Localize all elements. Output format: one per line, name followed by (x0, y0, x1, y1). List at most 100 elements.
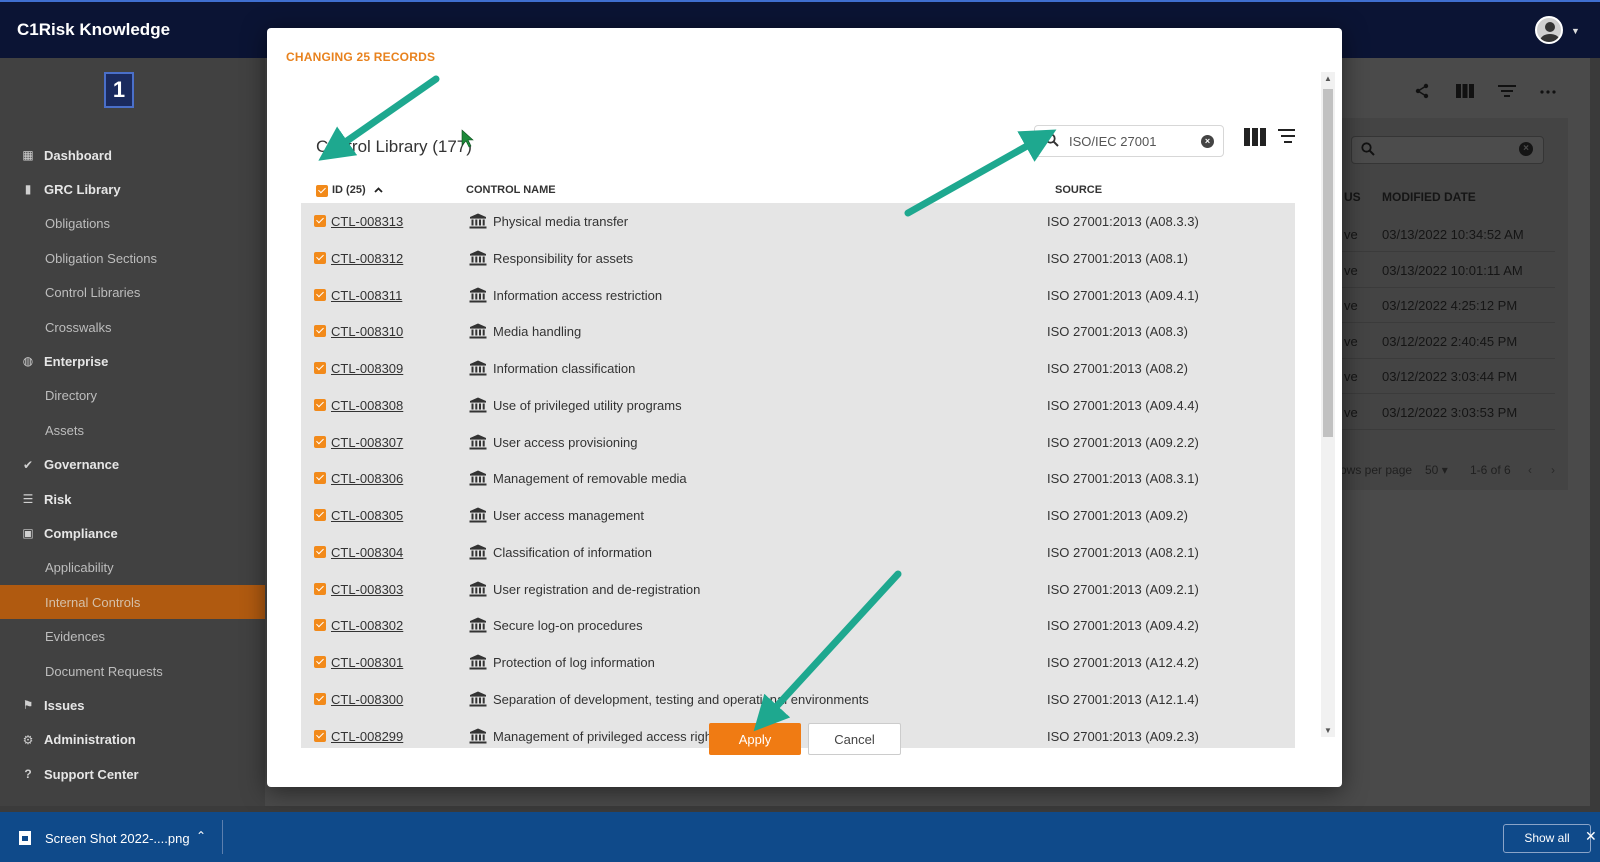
control-source: ISO 27001:2013 (A08.2.1) (1047, 544, 1199, 560)
control-id-link[interactable]: CTL-008313 (331, 214, 403, 229)
control-name: Physical media transfer (493, 214, 629, 229)
control-id-link[interactable]: CTL-008304 (331, 545, 403, 560)
download-file-name[interactable]: Screen Shot 2022-....png (45, 831, 190, 846)
share-icon[interactable] (1414, 83, 1430, 104)
sidebar-item-label: Obligations (45, 216, 111, 232)
column-header-id[interactable]: ID (25) (332, 184, 383, 196)
chevron-down-icon[interactable]: ▼ (1571, 26, 1580, 36)
table-row[interactable]: CTL-008302 Secure log-on procedures ISO 27… (301, 607, 1295, 644)
sidebar-item-governance[interactable]: ✔ Governance (0, 448, 265, 482)
row-divider (1330, 428, 1555, 430)
sidebar-item-obligation-sections[interactable]: Obligation Sections (0, 241, 265, 275)
control-id-link[interactable]: CTL-008307 (331, 435, 403, 450)
sidebar-item-dashboard[interactable]: ▦ Dashboard (0, 138, 265, 172)
columns-icon[interactable] (1456, 83, 1474, 104)
next-page-icon[interactable]: › (1551, 463, 1555, 477)
search-input[interactable]: × (1034, 125, 1224, 157)
sidebar-item-label: GRC Library (44, 181, 121, 197)
sidebar-item-obligations[interactable]: Obligations (0, 207, 265, 241)
scroll-up-icon[interactable]: ▲ (1324, 74, 1332, 83)
table-row[interactable]: CTL-008308 Use of privileged utility prog… (301, 387, 1295, 424)
control-source: ISO 27001:2013 (A09.2.3) (1047, 728, 1199, 744)
prev-page-icon[interactable]: ‹ (1528, 463, 1532, 477)
table-row[interactable]: CTL-008311 Information access restriction… (301, 277, 1295, 314)
more-icon[interactable] (1540, 83, 1556, 104)
sidebar-item-crosswalks[interactable]: Crosswalks (0, 310, 265, 344)
column-header-modified-date[interactable]: MODIFIED DATE (1382, 190, 1476, 204)
control-id-link[interactable]: CTL-008310 (331, 324, 403, 339)
sidebar-item-support-center[interactable]: ? Support Center (0, 757, 265, 791)
show-all-button[interactable]: Show all (1503, 824, 1591, 853)
sidebar-item-applicability[interactable]: Applicability (0, 551, 265, 585)
divider (222, 820, 223, 854)
table-row[interactable]: CTL-008303 User registration and de-regis… (301, 571, 1295, 608)
sidebar-item-internal-controls[interactable]: Internal Controls (0, 585, 265, 620)
page-scrollbar[interactable] (1590, 58, 1600, 812)
clear-icon[interactable]: × (1519, 142, 1533, 156)
control-id-link[interactable]: CTL-008300 (331, 692, 403, 707)
sidebar-item-evidences[interactable]: Evidences (0, 620, 265, 654)
control-id-link[interactable]: CTL-008311 (331, 288, 402, 303)
filter-icon[interactable] (1277, 129, 1295, 147)
scrollbar-thumb[interactable] (1323, 89, 1333, 437)
control-id-link[interactable]: CTL-008306 (331, 471, 403, 486)
columns-icon[interactable] (1244, 128, 1266, 146)
table-row[interactable]: CTL-008300 Separation of development, tes… (301, 681, 1295, 718)
sidebar-item-directory[interactable]: Directory (0, 379, 265, 413)
control-id-link[interactable]: CTL-008299 (331, 729, 403, 744)
table-row[interactable]: CTL-008307 User access provisioning ISO 27… (301, 424, 1295, 461)
app-title: C1Risk Knowledge (17, 20, 171, 39)
table-row[interactable]: CTL-008301 Protection of log information I… (301, 644, 1295, 681)
control-id-link[interactable]: CTL-008312 (331, 251, 403, 266)
background-search-input[interactable]: × (1351, 136, 1544, 164)
user-avatar[interactable] (1535, 16, 1563, 44)
sidebar-item-enterprise[interactable]: ◍ Enterprise (0, 344, 265, 378)
list-icon: ☰ (22, 492, 34, 506)
chevron-up-icon[interactable]: ⌃ (196, 829, 206, 843)
rows-per-page-select[interactable]: 50 ▾ (1425, 463, 1448, 477)
bank-icon (469, 323, 487, 339)
cancel-button[interactable]: Cancel (808, 723, 901, 755)
sidebar-item-compliance[interactable]: ▣ Compliance (0, 516, 265, 550)
sidebar-item-document-requests[interactable]: Document Requests (0, 654, 265, 688)
table-row[interactable]: CTL-008309 Information classification ISO … (301, 350, 1295, 387)
control-name: Protection of log information (493, 655, 655, 670)
dialog-scrollbar[interactable]: ▲ ▼ (1321, 72, 1335, 737)
bank-icon (469, 544, 487, 560)
control-id-link[interactable]: CTL-008302 (331, 618, 403, 633)
table-row[interactable]: CTL-008313 Physical media transfer ISO 270… (301, 203, 1295, 240)
rows-per-page-value: 50 (1425, 463, 1439, 477)
scroll-down-icon[interactable]: ▼ (1324, 726, 1332, 735)
control-id-link[interactable]: CTL-008308 (331, 398, 403, 413)
row-divider (1330, 322, 1555, 323)
control-id-link[interactable]: CTL-008305 (331, 508, 403, 523)
table-row[interactable]: CTL-008305 User access management ISO 2700… (301, 497, 1295, 534)
table-row[interactable]: CTL-008310 Media handling ISO 27001:2013 (… (301, 313, 1295, 350)
help-icon: ? (24, 767, 32, 782)
sidebar-item-control-libraries[interactable]: Control Libraries (0, 276, 265, 310)
apply-button[interactable]: Apply (709, 723, 801, 755)
table-row[interactable]: CTL-008306 Management of removable media I… (301, 460, 1295, 497)
control-id-link[interactable]: CTL-008301 (331, 655, 403, 670)
sidebar-item-issues[interactable]: ⚑ Issues (0, 688, 265, 722)
sidebar-item-grc-library[interactable]: ▮ GRC Library (0, 172, 265, 206)
filter-icon[interactable] (1498, 83, 1516, 104)
sidebar-item-assets[interactable]: Assets (0, 413, 265, 447)
control-id-link[interactable]: CTL-008309 (331, 361, 403, 376)
search-field[interactable] (1069, 132, 1189, 150)
background-modified-cell: 03/12/2022 2:40:45 PM (1382, 333, 1518, 349)
sidebar-item-risk[interactable]: ☰ Risk (0, 482, 265, 516)
column-header-control-name[interactable]: CONTROL NAME (466, 184, 556, 196)
bank-icon (469, 581, 487, 597)
bank-icon (469, 360, 487, 376)
control-id-link[interactable]: CTL-008303 (331, 582, 403, 597)
row-divider (1330, 357, 1555, 359)
table-row[interactable]: CTL-008312 Responsibility for assets ISO 2… (301, 240, 1295, 277)
column-header-source[interactable]: SOURCE (1055, 184, 1102, 196)
sidebar-item-administration[interactable]: ⚙ Administration (0, 723, 265, 757)
column-header-status[interactable]: US (1344, 190, 1361, 204)
bank-icon (469, 654, 487, 670)
clear-search-icon[interactable]: × (1201, 135, 1214, 148)
table-row[interactable]: CTL-008304 Classification of information I… (301, 534, 1295, 571)
close-icon[interactable]: ✕ (1585, 828, 1597, 845)
